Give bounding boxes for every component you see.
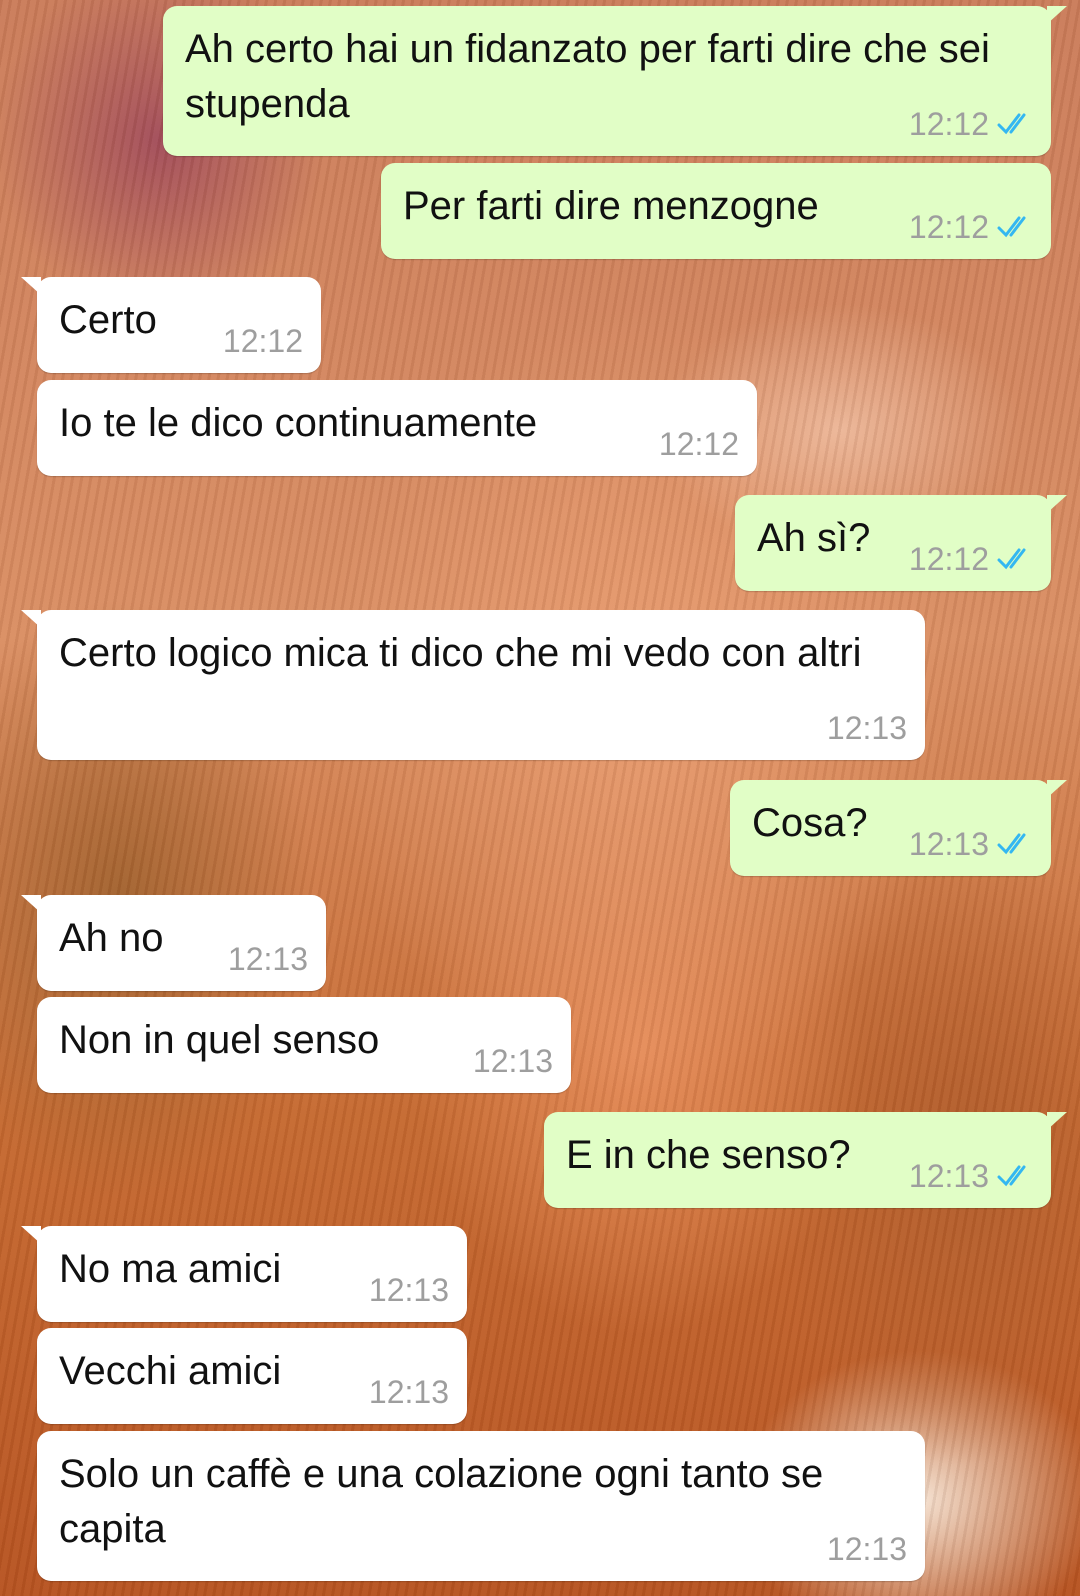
message-meta: 12:13 [369,1272,449,1308]
message-meta: 12:12 [909,541,1035,577]
message-meta: 12:13 [228,941,308,977]
message-meta: 12:13 [909,1158,1035,1194]
message-text: Vecchi amici [59,1349,282,1393]
message-meta: 12:12 [223,323,303,359]
message-text: Ah no [59,916,164,960]
message-meta: 12:13 [473,1043,553,1079]
message-text: Certo logico mica ti dico che mi vedo co… [59,631,862,675]
message-time: 12:12 [908,106,989,142]
message-bubble-incoming[interactable]: Solo un caffè e una colazione ogni tanto… [37,1431,925,1581]
message-time: 12:12 [908,209,989,245]
message-text: Certo [59,298,157,342]
message-meta: 12:12 [909,209,1035,245]
message-time: 12:13 [826,710,907,746]
message-bubble-incoming[interactable]: Vecchi amici 12:13 [37,1328,467,1424]
message-text: E in che senso? [566,1133,851,1177]
message-meta: 12:13 [827,1531,907,1567]
message-text: Non in quel senso [59,1018,380,1062]
message-time: 12:13 [368,1374,449,1410]
double-check-icon [997,833,1026,855]
message-text: Solo un caffè e una colazione ogni tanto… [59,1452,824,1551]
double-check-icon [997,113,1026,135]
message-bubble-outgoing[interactable]: E in che senso? 12:13 [544,1112,1067,1208]
message-bubble-incoming[interactable]: Non in quel senso 12:13 [37,997,571,1093]
message-list[interactable]: Ah certo hai un fidanzato per farti dire… [0,0,1080,1596]
message-time: 12:12 [908,541,989,577]
message-bubble-incoming[interactable]: Io te le dico continuamente 12:12 [37,380,757,476]
message-time: 12:13 [472,1043,553,1079]
message-text: Ah certo hai un fidanzato per farti dire… [185,27,990,126]
message-meta: 12:13 [369,1374,449,1410]
message-time: 12:13 [908,1158,989,1194]
double-check-icon [997,1165,1026,1187]
message-bubble-incoming[interactable]: Certo logico mica ti dico che mi vedo co… [21,610,925,760]
message-meta: 12:12 [659,426,739,462]
message-bubble-outgoing[interactable]: Ah sì? 12:12 [735,495,1067,591]
message-meta: 12:13 [827,710,907,746]
message-bubble-incoming[interactable]: No ma amici 12:13 [21,1226,467,1322]
message-time: 12:12 [222,323,303,359]
message-bubble-incoming[interactable]: Ah no 12:13 [21,895,326,991]
message-bubble-outgoing[interactable]: Per farti dire menzogne 12:12 [381,163,1051,259]
message-bubble-outgoing[interactable]: Cosa? 12:13 [730,780,1067,876]
message-text: Per farti dire menzogne [403,184,819,228]
message-time: 12:13 [368,1272,449,1308]
message-meta: 12:12 [909,106,1035,142]
message-bubble-incoming[interactable]: Certo 12:12 [21,277,321,373]
double-check-icon [997,548,1026,570]
message-text: Io te le dico continuamente [59,401,538,445]
message-meta: 12:13 [909,826,1035,862]
message-time: 12:13 [908,826,989,862]
double-check-icon [997,216,1026,238]
message-bubble-outgoing[interactable]: Ah certo hai un fidanzato per farti dire… [163,6,1067,156]
message-time: 12:13 [227,941,308,977]
message-text: No ma amici [59,1247,282,1291]
message-time: 12:12 [658,426,739,462]
message-text: Cosa? [752,801,868,845]
message-time: 12:13 [826,1531,907,1567]
message-text: Ah sì? [757,516,871,560]
